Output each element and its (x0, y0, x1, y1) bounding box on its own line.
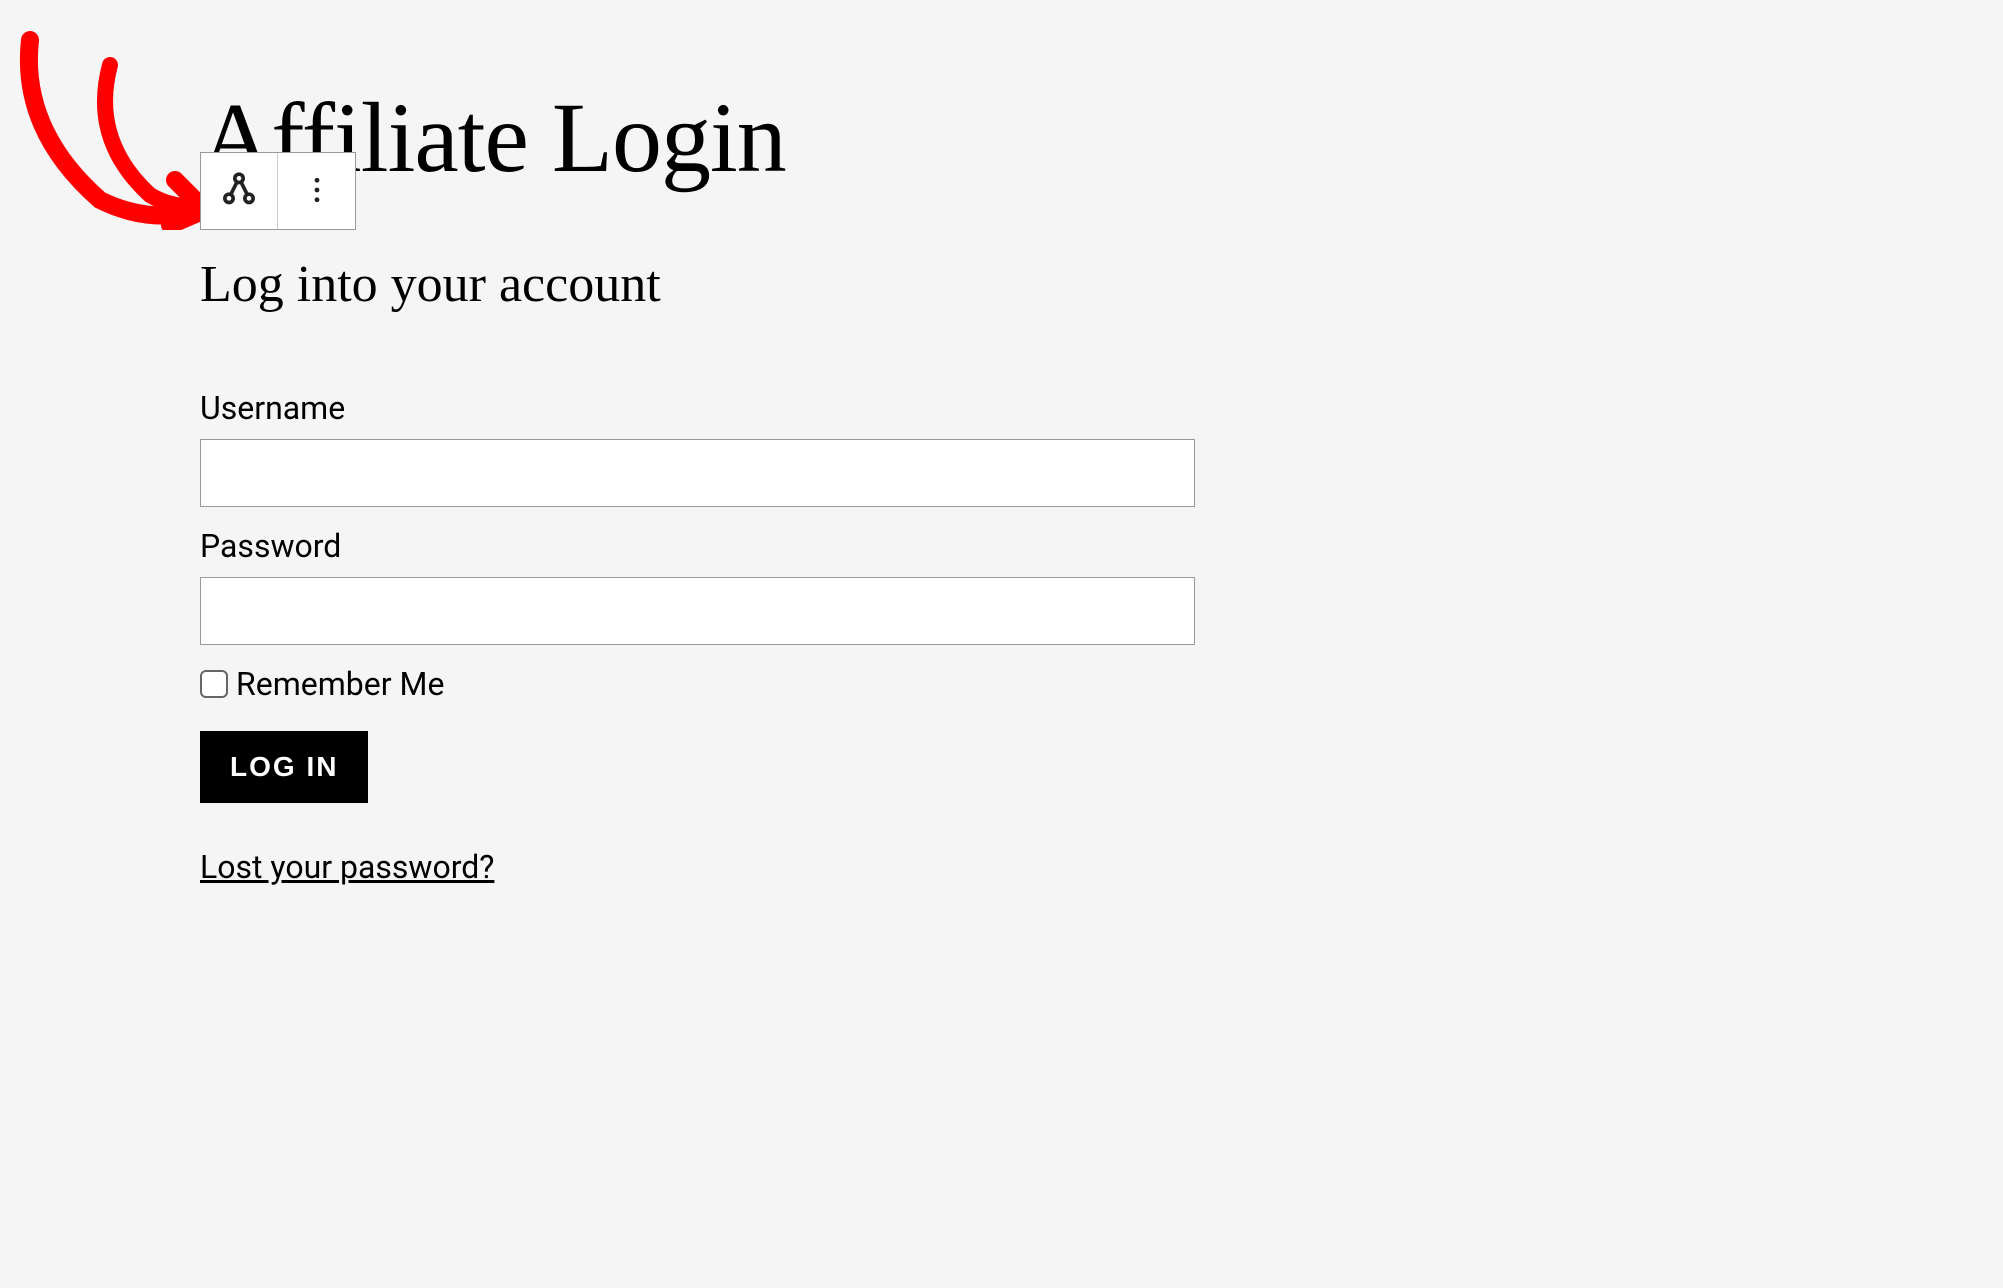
more-options-button[interactable] (278, 153, 355, 229)
block-type-button[interactable] (201, 153, 278, 229)
remember-label: Remember Me (236, 665, 444, 703)
username-label: Username (200, 389, 1200, 427)
remember-row: Remember Me (200, 665, 1200, 703)
remember-checkbox[interactable] (200, 670, 228, 698)
block-toolbar (200, 152, 356, 230)
password-input[interactable] (200, 577, 1195, 645)
annotation-arrow (10, 30, 220, 230)
page-subtitle: Log into your account (200, 255, 1200, 314)
login-button[interactable]: LOG IN (200, 731, 368, 803)
affiliate-block-icon (219, 170, 259, 213)
more-vertical-icon (299, 172, 335, 211)
password-label: Password (200, 527, 1200, 565)
lost-password-link[interactable]: Lost your password? (200, 848, 494, 886)
username-input[interactable] (200, 439, 1195, 507)
